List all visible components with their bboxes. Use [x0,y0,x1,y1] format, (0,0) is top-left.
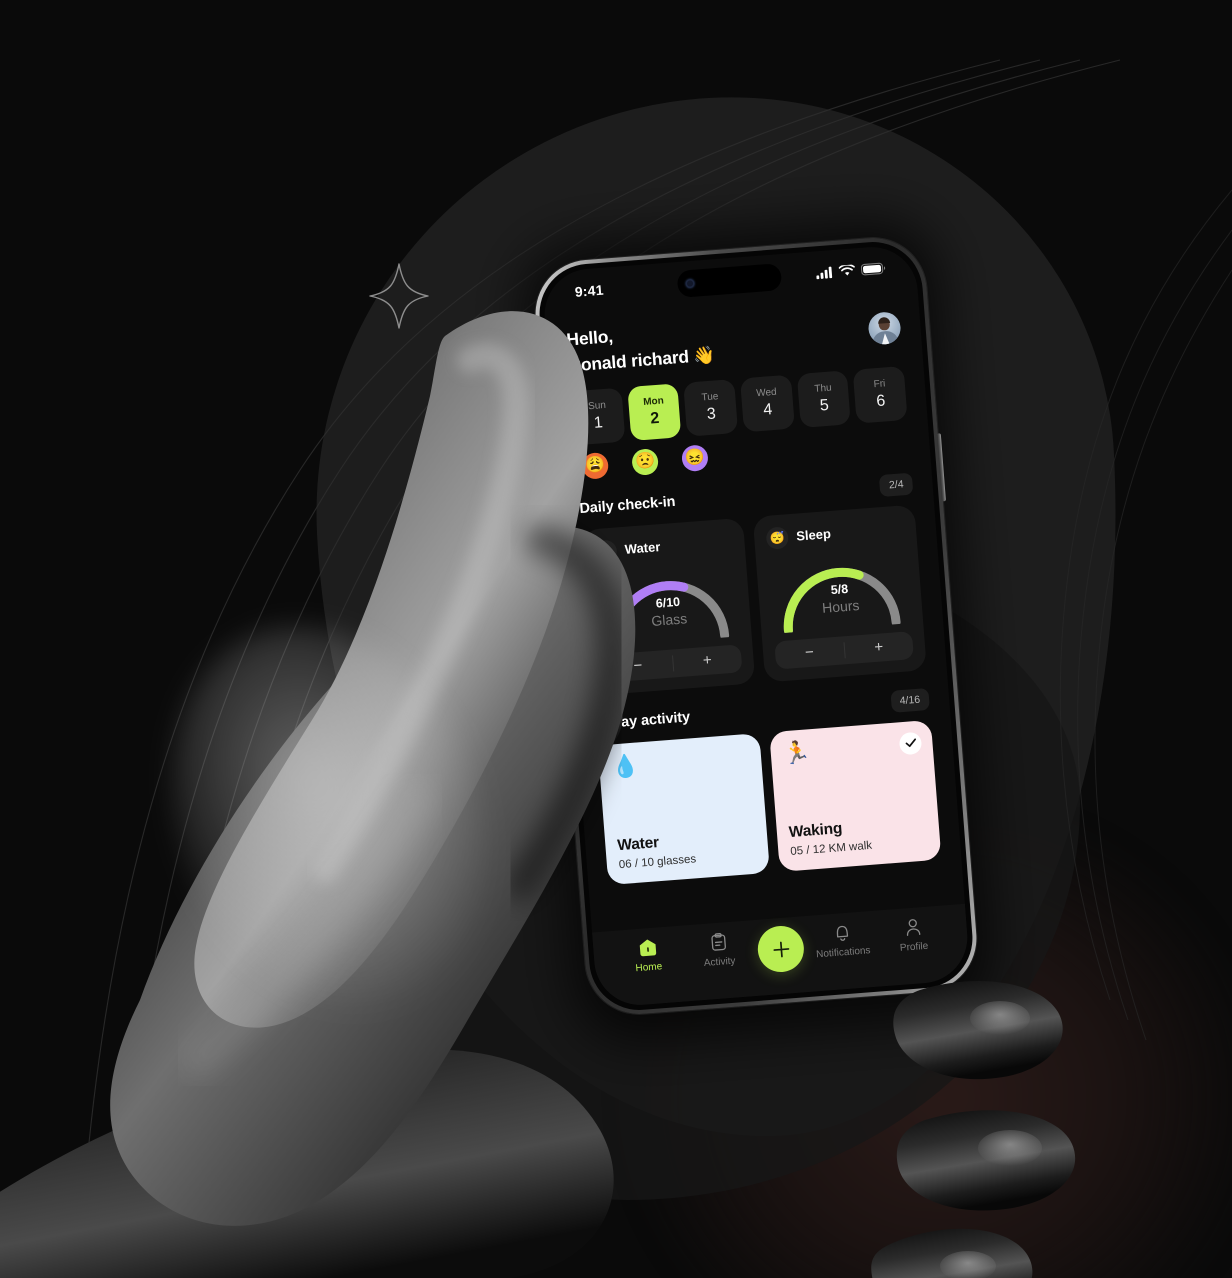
front-camera-icon [685,278,695,289]
day-pill-num: 2 [649,409,660,427]
water-drop-icon: 💧 [593,538,618,563]
nav-item-activity[interactable]: Activity [686,930,752,970]
day-pill-wed[interactable]: Wed 4 [739,374,795,432]
clipboard-icon [710,932,726,951]
today-activity-counter: 4/16 [889,687,930,713]
daily-checkin-cards: 💧 Water 6/10 Glass − + 😴 Sleep 5/8 Hours… [581,504,927,696]
sleep-gauge-unit: Hours [821,596,860,616]
sleep-stepper: − + [774,630,914,670]
phone-bezel: 9:41 Hello, Ronald richard 👋 Sun 1 Mon 2… [535,238,977,1014]
phone-screen: 9:41 Hello, Ronald richard 👋 Sun 1 Mon 2… [541,243,971,1009]
day-pill-fri[interactable]: Fri 6 [852,365,908,424]
nav-item-home[interactable]: Home [615,936,681,976]
nav-label: Profile [899,940,929,954]
day-pill-dow: Mon [642,394,665,408]
day-pill-dow: Thu [813,382,832,395]
cellular-signal-icon [816,266,833,280]
nav-label: Home [635,961,663,975]
mood-confounded-icon[interactable]: 😖 [680,443,709,472]
day-pill-tue[interactable]: Tue 3 [683,378,739,437]
wifi-icon [838,264,855,276]
water-increment-button[interactable]: + [672,644,742,677]
nav-item-profile[interactable]: Profile [880,915,946,955]
home-icon [639,939,656,957]
water-decrement-button[interactable]: − [603,649,673,682]
nav-label: Activity [703,955,736,969]
water-stepper: − + [602,643,743,683]
avatar-hair [877,317,891,325]
water-gauge: 6/10 Glass [596,560,740,650]
status-icons [816,262,887,280]
checkin-card-name: Water [624,539,661,557]
day-pill-dow: Fri [873,377,886,390]
nav-item-notifications[interactable]: Notifications [809,921,875,961]
day-pill-num: 1 [593,413,604,432]
sparkle-star-icon [369,263,429,329]
day-pill-num: 3 [706,404,717,423]
water-gauge-value: 6/10 [655,594,681,611]
phone-mockup: 9:41 Hello, Ronald richard 👋 Sun 1 Mon 2… [516,215,997,1047]
scene: 9:41 Hello, Ronald richard 👋 Sun 1 Mon 2… [0,0,1232,1278]
day-pill-num: 4 [762,400,773,419]
sleep-increment-button[interactable]: + [844,631,914,664]
checkin-card-header: 💧 Water [593,530,733,563]
daily-checkin-counter: 2/4 [879,472,914,497]
day-pill-mon[interactable]: Mon 2 [626,382,682,441]
today-activity-cards: 💧 Water 06 / 10 glasses 🏃 Waking 05 / 12… [597,719,942,885]
person-icon [906,919,920,936]
dynamic-island [676,263,783,298]
day-pill-dow: Wed [755,386,778,399]
daily-checkin-title: Daily check-in [578,493,676,517]
sleep-face-icon: 😴 [765,525,790,550]
sleep-gauge: 5/8 Hours [768,547,912,637]
sleep-decrement-button[interactable]: − [774,636,844,669]
checkin-card-name: Sleep [795,526,832,544]
bell-icon [836,925,848,941]
add-button[interactable] [756,924,806,974]
day-pill-num: 5 [819,396,830,414]
nav-label: Notifications [815,945,871,961]
checkin-card-header: 😴 Sleep [765,517,904,550]
avatar[interactable] [867,311,902,346]
checkin-card-sleep[interactable]: 😴 Sleep 5/8 Hours − + [752,504,927,682]
water-gauge-unit: Glass [650,610,688,629]
greeting-block: Hello, Ronald richard 👋 [565,315,716,379]
sleep-gauge-labels: 5/8 Hours [820,582,860,616]
day-pill-sun[interactable]: Sun 1 [570,387,626,445]
day-pill-num: 6 [875,391,886,410]
phone-frame: 9:41 Hello, Ronald richard 👋 Sun 1 Mon 2… [531,234,981,1018]
screen-content: Hello, Ronald richard 👋 Sun 1 Mon 2 Tue … [545,288,962,887]
status-time: 9:41 [574,281,605,300]
battery-icon [860,262,886,276]
activity-card-waking[interactable]: 🏃 Waking 05 / 12 KM walk [769,719,942,872]
day-pill-dow: Sun [587,399,607,412]
checkmark-icon [905,738,916,748]
mood-weary-icon[interactable]: 😩 [581,451,610,480]
water-gauge-labels: 6/10 Glass [650,594,688,629]
activity-card-water[interactable]: 💧 Water 06 / 10 glasses [597,732,770,885]
day-pill-thu[interactable]: Thu 5 [796,369,852,428]
checkin-card-water[interactable]: 💧 Water 6/10 Glass − + [581,517,756,696]
bottom-navigation: Home Activity Notifications Profile [592,903,971,1009]
mute-switch[interactable] [538,391,545,418]
today-activity-title: Today activity [595,708,691,733]
mood-worried-icon[interactable]: 😟 [631,447,660,476]
plus-icon [772,941,789,957]
day-pill-dow: Tue [701,390,719,403]
